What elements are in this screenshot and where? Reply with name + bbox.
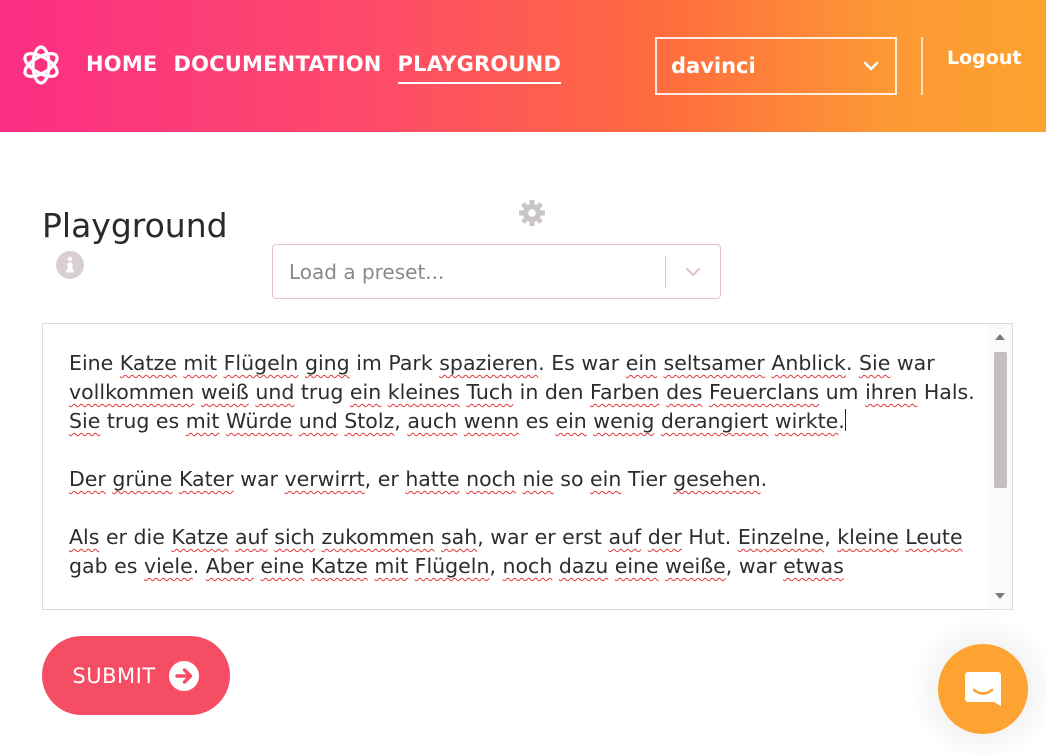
page-title: Playground [42,206,228,245]
paragraph-3: Als er die Katze auf sich zukommen sah, … [69,525,963,578]
submit-button[interactable]: SUBMIT [42,636,230,715]
prompt-text[interactable]: Eine Katze mit Flügeln ging im Park spaz… [69,349,989,609]
preset-select[interactable]: Load a preset... [272,244,721,299]
logout-link[interactable]: Logout [947,47,1021,69]
scroll-up-arrow[interactable] [995,334,1005,340]
model-select-value: davinci [671,54,756,78]
prompt-textarea[interactable]: Eine Katze mit Flügeln ging im Park spaz… [42,323,1013,610]
chevron-down-icon [686,267,700,276]
paragraph-2: Der grüne Kater war verwirrt, er hatte n… [69,467,768,491]
nav-documentation-link[interactable]: DOCUMENTATION [173,50,381,84]
preset-chevron[interactable] [666,263,720,281]
preset-placeholder: Load a preset... [289,259,445,284]
main-nav: HOME DOCUMENTATION PLAYGROUND [86,50,562,84]
editor-scrollbar[interactable] [988,324,1012,609]
submit-label: SUBMIT [72,663,156,688]
model-select[interactable]: davinci [655,37,897,95]
paragraph-1-text: Eine Katze mit Flügeln ging im Park spaz… [69,351,975,433]
openai-logo-icon[interactable] [18,42,64,88]
scroll-thumb[interactable] [994,352,1007,488]
text-caret [844,409,846,431]
gear-icon[interactable] [518,199,546,227]
info-icon[interactable] [55,250,85,280]
paragraph-1: Eine Katze mit Flügeln ging im Park spaz… [69,349,989,436]
scroll-down-arrow[interactable] [995,593,1005,599]
chat-widget-button[interactable] [938,644,1028,734]
nav-playground-link[interactable]: PLAYGROUND [397,50,562,84]
chevron-down-icon [863,61,879,71]
top-nav-bar: HOME DOCUMENTATION PLAYGROUND davinci Lo… [0,0,1046,132]
chat-icon [965,672,1001,706]
header-divider [921,37,923,95]
arrow-right-circle-icon [168,660,199,691]
nav-home-link[interactable]: HOME [86,50,157,84]
